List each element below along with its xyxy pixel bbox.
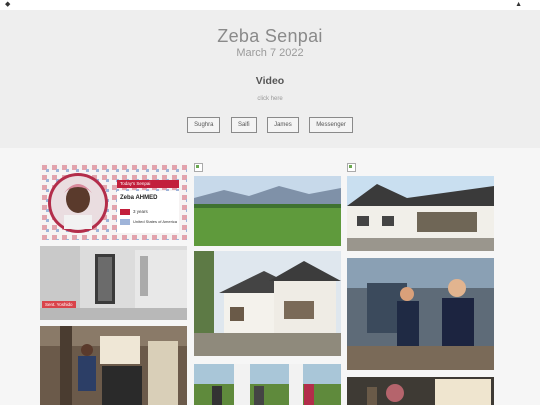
video-link[interactable]: click here (0, 96, 540, 102)
button-james[interactable]: James (267, 117, 299, 133)
window-wall-image (40, 246, 187, 320)
photo-gallery: Today's Senpai Zeba AHMED 3 years United… (0, 148, 540, 405)
photo-shopfront[interactable] (347, 377, 494, 405)
old-house-image (194, 251, 341, 356)
group-image (194, 364, 341, 405)
card-banner: Today's Senpai (120, 181, 151, 186)
storehouse-image (347, 176, 494, 251)
photo-rice-field[interactable] (194, 176, 341, 246)
photo-group[interactable] (194, 364, 341, 405)
top-bar: ◆ ▲ (0, 0, 540, 10)
broken-image-icon (194, 163, 203, 172)
card-name: Zeba AHMED (120, 195, 158, 201)
card-years: 3 years (133, 209, 148, 214)
button-row: Sughra Saifi James Messenger (0, 113, 540, 133)
photo-window-wall[interactable]: Sent. Yoshido (40, 246, 187, 320)
people-image (347, 258, 494, 370)
button-sughra[interactable]: Sughra (187, 117, 221, 133)
profile-card[interactable]: Today's Senpai Zeba AHMED 3 years United… (40, 163, 187, 240)
shop-image (40, 326, 187, 405)
photo-tag: Sent. Yoshido (42, 301, 76, 308)
photo-shop[interactable] (40, 326, 187, 405)
rice-field-image (194, 176, 341, 246)
photo-people[interactable] (347, 258, 494, 370)
menu-icon[interactable]: ▲ (515, 1, 522, 9)
shopfront-image (347, 377, 494, 405)
photo-storehouse[interactable] (347, 176, 494, 251)
button-messenger[interactable]: Messenger (309, 117, 353, 133)
profile-card-graphic (40, 163, 187, 240)
broken-image-icon (347, 163, 356, 172)
card-country: United States of America (133, 219, 178, 224)
page-date: March 7 2022 (236, 47, 304, 59)
page-title: Zeba Senpai (217, 26, 323, 46)
photo-old-house[interactable] (194, 251, 341, 356)
button-saifi[interactable]: Saifi (230, 117, 257, 133)
section-heading: Video (255, 75, 285, 87)
header: Zeba Senpai March 7 2022 Video click her… (0, 10, 540, 148)
back-icon[interactable]: ◆ (5, 1, 10, 9)
